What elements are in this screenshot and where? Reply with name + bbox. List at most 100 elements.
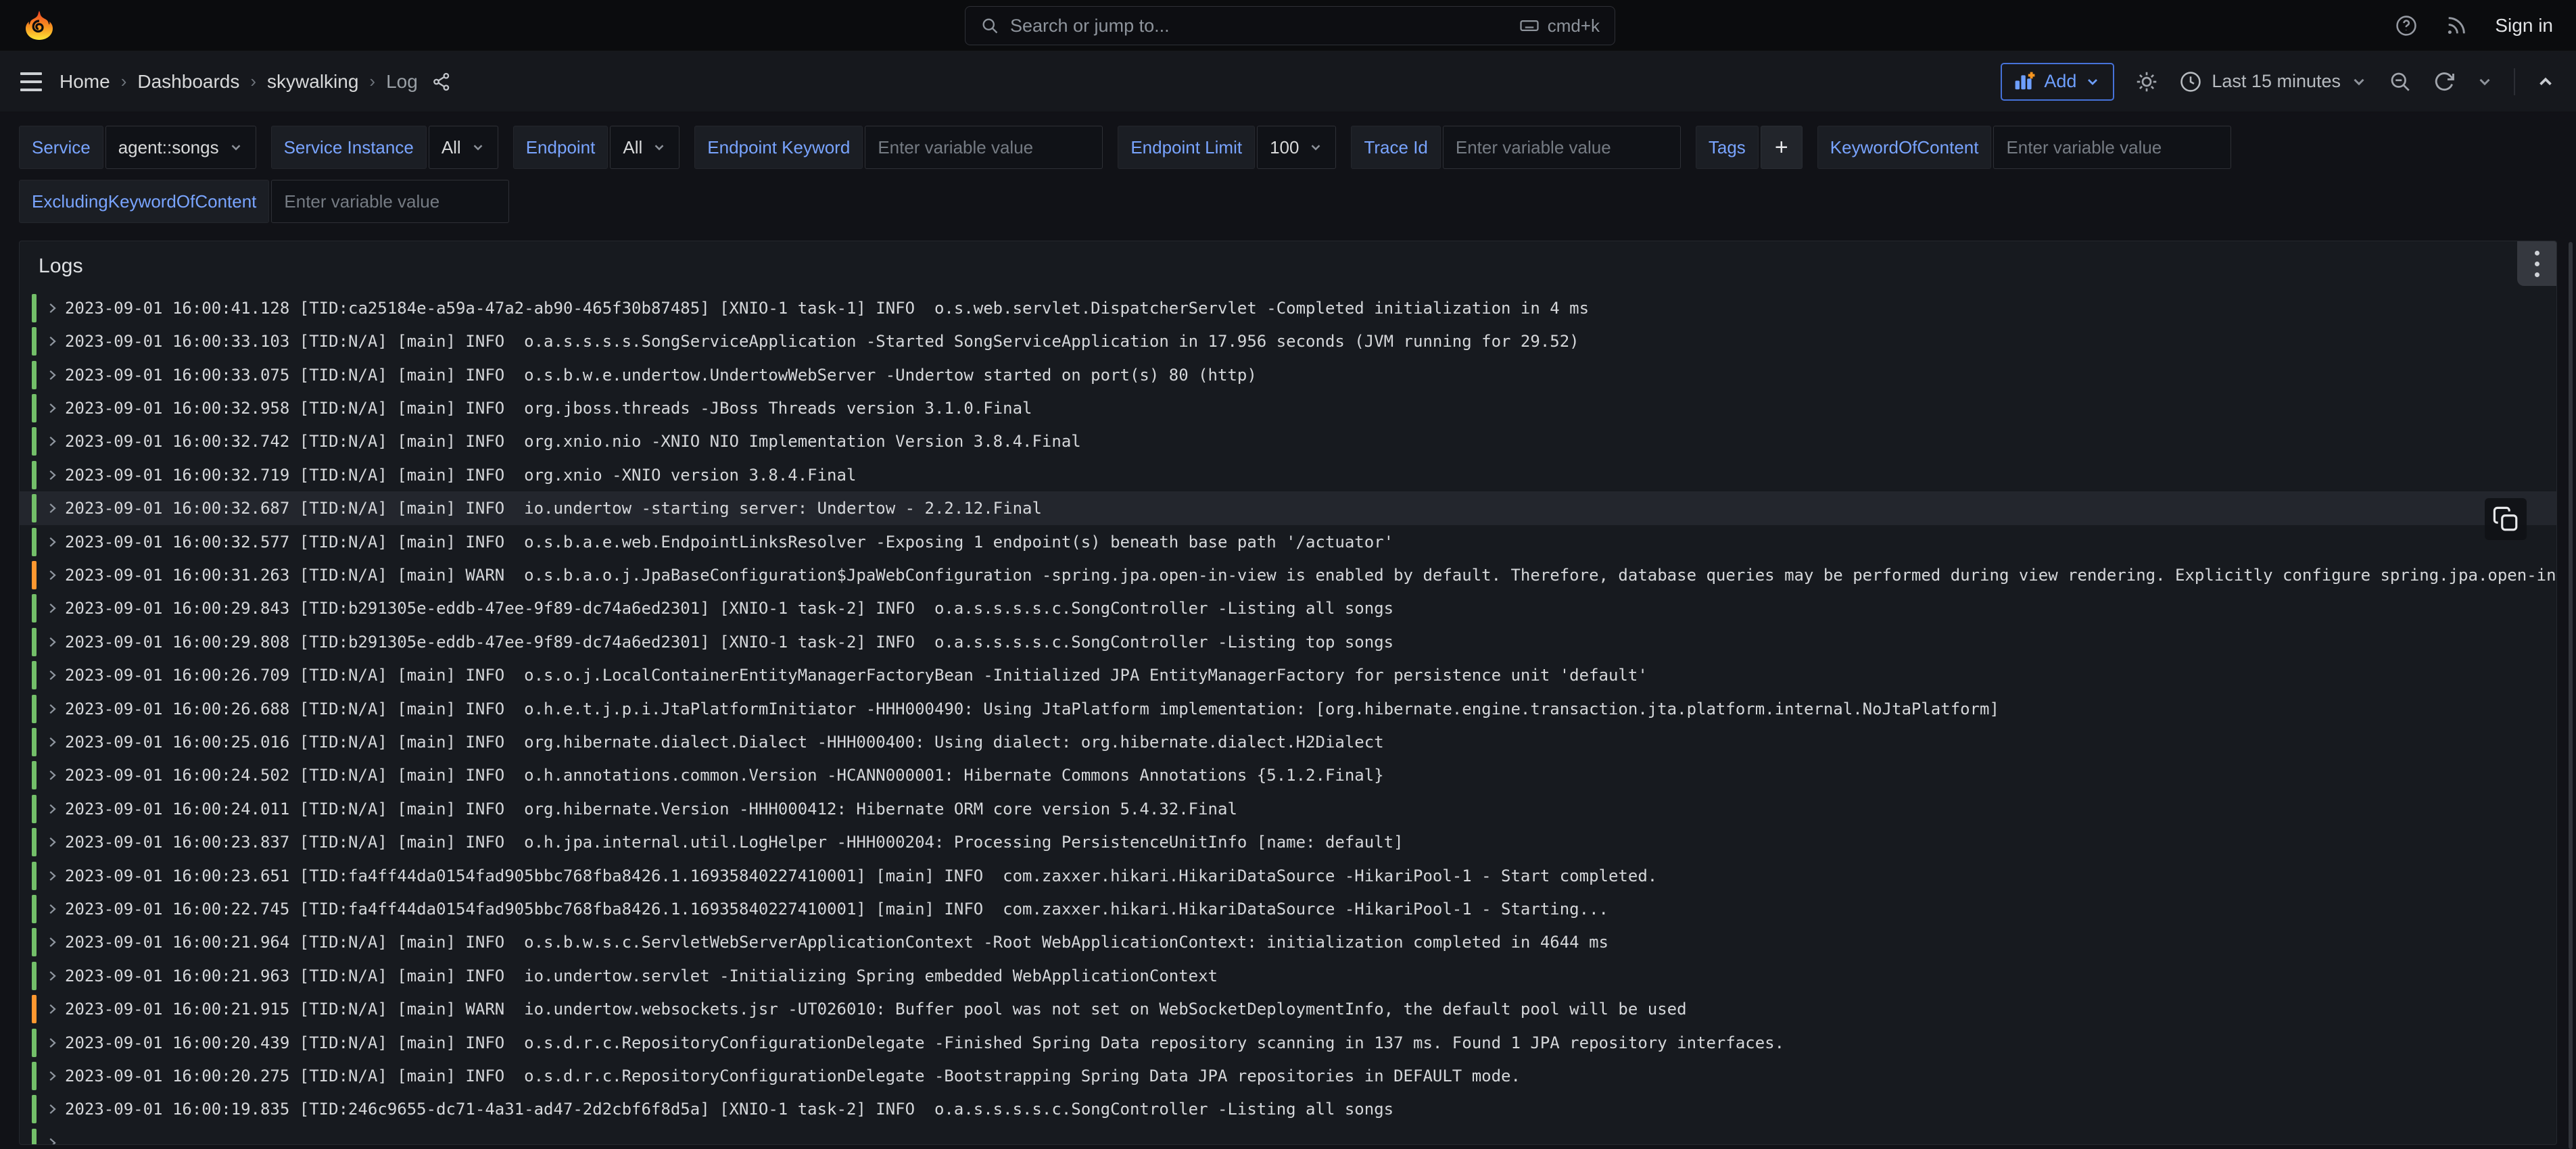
log-text: 2023-09-01 16:00:32.958 [TID:N/A] [main]… xyxy=(65,399,1032,418)
variable-excluding-keyword-of-content-input[interactable] xyxy=(271,180,509,223)
breadcrumb-separator: › xyxy=(250,71,256,92)
chevron-right-icon[interactable] xyxy=(45,601,59,616)
chevron-right-icon[interactable] xyxy=(45,1069,59,1083)
variable-endpoint-select[interactable]: All xyxy=(610,126,679,169)
log-row[interactable]: 2023-09-01 16:00:32.958 [TID:N/A] [main]… xyxy=(20,391,2556,424)
chevron-right-icon[interactable] xyxy=(45,902,59,916)
log-text: 2023-09-01 16:00:29.843 [TID:b291305e-ed… xyxy=(65,599,1393,618)
chevron-right-icon[interactable] xyxy=(45,334,59,349)
logs-panel: Logs 2023-09-01 16:00:41.128 [TID:ca2518… xyxy=(19,241,2557,1145)
page-scrollbar[interactable] xyxy=(2569,242,2573,1149)
chevron-right-icon[interactable] xyxy=(45,434,59,449)
chevron-right-icon[interactable] xyxy=(45,835,59,850)
collapse-controls-icon[interactable] xyxy=(2535,72,2556,92)
chevron-right-icon[interactable] xyxy=(45,368,59,383)
log-row[interactable]: 2023-09-01 16:00:26.688 [TID:N/A] [main]… xyxy=(20,692,2556,725)
log-text: 2023-09-01 16:00:26.709 [TID:N/A] [main]… xyxy=(65,666,1648,685)
log-row[interactable]: 2023-09-01 16:00:26.709 [TID:N/A] [main]… xyxy=(20,658,2556,691)
log-row[interactable]: 2023-09-01 16:00:29.843 [TID:b291305e-ed… xyxy=(20,592,2556,625)
menu-hamburger-icon[interactable] xyxy=(20,72,42,91)
log-row[interactable]: 2023-09-01 16:00:41.128 [TID:ca25184e-a5… xyxy=(20,291,2556,324)
copy-icon xyxy=(2491,505,2520,533)
variable-endpoint-limit-select[interactable]: 100 xyxy=(1257,126,1336,169)
log-row[interactable]: 2023-09-01 16:00:29.808 [TID:b291305e-ed… xyxy=(20,625,2556,658)
help-icon[interactable] xyxy=(2395,14,2418,37)
log-row[interactable]: 2023-09-01 16:00:32.742 [TID:N/A] [main]… xyxy=(20,425,2556,458)
chevron-right-icon[interactable] xyxy=(45,535,59,549)
time-range-picker[interactable]: Last 15 minutes xyxy=(2179,70,2368,93)
chevron-right-icon[interactable] xyxy=(45,468,59,483)
chevron-right-icon[interactable] xyxy=(45,501,59,516)
chevron-right-icon[interactable] xyxy=(45,1135,59,1145)
log-row[interactable]: 2023-09-01 16:00:31.263 [TID:N/A] [main]… xyxy=(20,558,2556,591)
log-row[interactable]: 2023-09-01 16:00:33.103 [TID:N/A] [main]… xyxy=(20,324,2556,358)
chevron-right-icon[interactable] xyxy=(45,935,59,950)
news-rss-icon[interactable] xyxy=(2445,14,2468,37)
zoom-out-time-icon[interactable] xyxy=(2388,70,2412,94)
log-row[interactable]: 2023-09-01 16:00:21.964 [TID:N/A] [main]… xyxy=(20,926,2556,959)
chevron-right-icon[interactable] xyxy=(45,668,59,683)
variable-trace-id-input[interactable] xyxy=(1443,126,1681,169)
log-row[interactable]: 2023-09-01 16:00:21.915 [TID:N/A] [main]… xyxy=(20,993,2556,1026)
log-row[interactable]: 2023-09-01 16:00:23.837 [TID:N/A] [main]… xyxy=(20,826,2556,859)
variable-endpoint-keyword-input[interactable] xyxy=(865,126,1103,169)
log-row[interactable]: 2023-09-01 16:00:21.963 [TID:N/A] [main]… xyxy=(20,959,2556,992)
log-level-bar xyxy=(32,394,37,422)
log-level-bar xyxy=(32,594,37,622)
copy-log-line-button[interactable] xyxy=(2485,498,2527,540)
log-row[interactable]: 2023-09-01 16:00:32.687 [TID:N/A] [main]… xyxy=(20,491,2556,524)
log-row[interactable]: 2023-09-01 16:00:32.719 [TID:N/A] [main]… xyxy=(20,458,2556,491)
share-icon[interactable] xyxy=(431,72,452,92)
add-tag-button[interactable]: + xyxy=(1761,126,1803,169)
log-text: 2023-09-01 16:00:20.275 [TID:N/A] [main]… xyxy=(65,1067,1521,1085)
breadcrumb-folder[interactable]: skywalking xyxy=(267,71,358,93)
chevron-down-icon xyxy=(229,140,243,155)
variable-keyword-of-content-input[interactable] xyxy=(1993,126,2231,169)
search-input[interactable]: Search or jump to... cmd+k xyxy=(965,6,1615,45)
chevron-right-icon[interactable] xyxy=(45,802,59,816)
chevron-right-icon[interactable] xyxy=(45,1102,59,1117)
add-button[interactable]: Add xyxy=(2001,63,2114,101)
log-row[interactable]: 2023-09-01 16:00:22.745 [TID:fa4ff44da01… xyxy=(20,892,2556,925)
grafana-logo[interactable] xyxy=(23,9,55,42)
chevron-right-icon[interactable] xyxy=(45,635,59,650)
dashboard-settings-icon[interactable] xyxy=(2134,70,2159,94)
toolbar-divider xyxy=(2514,68,2515,95)
log-row[interactable]: 2023-09-01 16:00:24.011 [TID:N/A] [main]… xyxy=(20,792,2556,825)
chevron-right-icon[interactable] xyxy=(45,568,59,583)
chevron-right-icon[interactable] xyxy=(45,869,59,883)
log-level-bar xyxy=(32,661,37,689)
refresh-interval-chevron-icon[interactable] xyxy=(2476,73,2494,91)
logs-panel-header[interactable]: Logs xyxy=(20,241,2556,291)
log-row[interactable]: 2023-09-01 16:00:24.502 [TID:N/A] [main]… xyxy=(20,759,2556,792)
log-level-bar xyxy=(32,294,37,322)
chevron-right-icon[interactable] xyxy=(45,301,59,316)
log-row[interactable]: 2023-09-01 16:00:25.016 [TID:N/A] [main]… xyxy=(20,725,2556,758)
chevron-right-icon[interactable] xyxy=(45,702,59,716)
log-row[interactable]: 2023-09-01 16:00:23.651 [TID:fa4ff44da01… xyxy=(20,859,2556,892)
breadcrumb-home[interactable]: Home xyxy=(59,71,110,93)
chevron-right-icon[interactable] xyxy=(45,1035,59,1050)
variable-service-instance-select[interactable]: All xyxy=(429,126,498,169)
chevron-right-icon[interactable] xyxy=(45,768,59,783)
log-row[interactable]: 2023-09-01 16:00:33.075 [TID:N/A] [main]… xyxy=(20,358,2556,391)
chevron-down-icon xyxy=(652,140,667,155)
log-row[interactable]: 2023-09-01 16:00:20.275 [TID:N/A] [main]… xyxy=(20,1059,2556,1092)
search-icon xyxy=(980,16,999,35)
refresh-icon[interactable] xyxy=(2433,70,2456,93)
log-row[interactable]: 2023-09-01 16:00:32.577 [TID:N/A] [main]… xyxy=(20,525,2556,558)
search-placeholder: Search or jump to... xyxy=(1010,16,1508,36)
log-level-bar xyxy=(32,795,37,823)
chevron-right-icon[interactable] xyxy=(45,1002,59,1017)
log-row[interactable]: 2023-09-01 16:00:19.835 [TID:246c9655-dc… xyxy=(20,1093,2556,1126)
variable-service-select[interactable]: agent::songs xyxy=(105,126,256,169)
log-level-bar xyxy=(32,561,37,589)
chevron-right-icon[interactable] xyxy=(45,969,59,983)
breadcrumb-dashboards[interactable]: Dashboards xyxy=(137,71,239,93)
log-row[interactable] xyxy=(20,1126,2556,1145)
log-row[interactable]: 2023-09-01 16:00:20.439 [TID:N/A] [main]… xyxy=(20,1026,2556,1059)
chevron-right-icon[interactable] xyxy=(45,401,59,416)
sign-in-button[interactable]: Sign in xyxy=(2495,15,2553,36)
panel-menu-kebab-icon[interactable] xyxy=(2517,241,2556,286)
chevron-right-icon[interactable] xyxy=(45,735,59,750)
